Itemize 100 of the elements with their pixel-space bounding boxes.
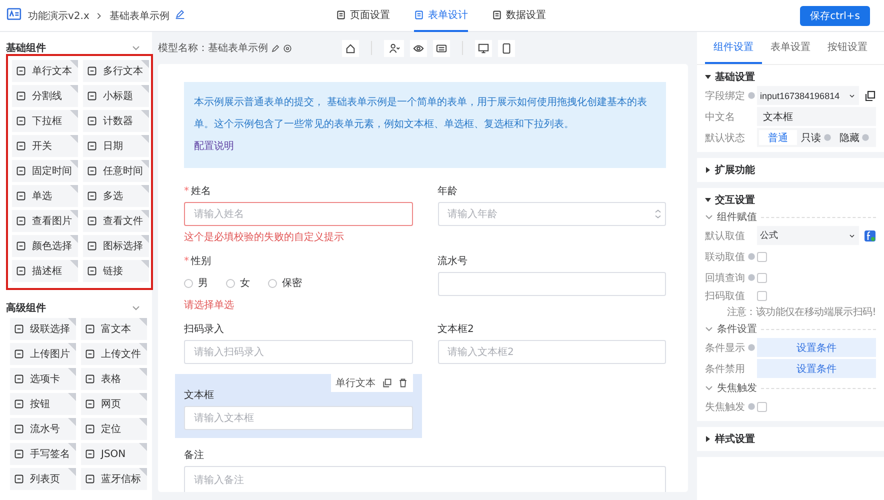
component-item[interactable]: 分割线 bbox=[12, 85, 78, 107]
text-field[interactable] bbox=[438, 272, 666, 296]
component-item[interactable]: 级联选择 bbox=[10, 318, 76, 340]
component-item[interactable]: 按钮 bbox=[10, 393, 76, 415]
component-item[interactable]: 查看图片 bbox=[12, 210, 78, 232]
section-header[interactable]: 样式设置 bbox=[705, 432, 876, 446]
checkbox[interactable] bbox=[757, 252, 767, 262]
checkbox[interactable] bbox=[757, 291, 767, 301]
setting-label: 默认取值 bbox=[705, 230, 746, 242]
breadcrumb-link[interactable]: 功能演示v2.x bbox=[28, 8, 90, 22]
config-link[interactable]: 配置说明 bbox=[194, 141, 234, 152]
segment-option[interactable]: 只读 bbox=[797, 130, 836, 145]
widget-icon bbox=[16, 91, 26, 101]
edit-icon[interactable] bbox=[271, 44, 280, 52]
person-icon[interactable] bbox=[387, 42, 401, 54]
field-label: 备注 bbox=[184, 448, 205, 462]
widget-icon bbox=[16, 66, 26, 76]
widget-icon bbox=[16, 141, 26, 151]
house-icon[interactable] bbox=[345, 42, 356, 54]
component-item[interactable]: 开关 bbox=[12, 135, 78, 157]
copy-icon[interactable] bbox=[382, 378, 392, 388]
chevron-icon bbox=[95, 12, 104, 20]
eye-icon[interactable] bbox=[413, 42, 424, 54]
setting-label: 回填查询 bbox=[705, 270, 757, 284]
header-tab[interactable]: 表单设计 bbox=[414, 0, 468, 32]
component-item[interactable]: 上传图片 bbox=[10, 343, 76, 365]
component-item[interactable]: JSON bbox=[81, 443, 147, 465]
type-tag: 单行文本 bbox=[336, 376, 376, 390]
section-header[interactable]: 交互设置 bbox=[705, 193, 876, 207]
segment-option[interactable]: 普通 bbox=[759, 130, 798, 145]
component-item[interactable]: 描述框 bbox=[12, 260, 78, 282]
header-tab[interactable]: 页面设置 bbox=[336, 0, 390, 32]
edit-icon[interactable] bbox=[175, 9, 186, 19]
component-item[interactable]: 单选 bbox=[12, 185, 78, 207]
logo-icon bbox=[6, 7, 22, 21]
component-item[interactable]: 多选 bbox=[83, 185, 149, 207]
set-condition-button[interactable]: 设置条件 bbox=[757, 359, 876, 378]
component-item[interactable]: 手写签名 bbox=[10, 443, 76, 465]
component-item[interactable]: 选项卡 bbox=[10, 368, 76, 390]
component-item[interactable]: 多行文本 bbox=[83, 60, 149, 82]
setting-label: 中文名 bbox=[705, 110, 736, 124]
component-item[interactable]: 计数器 bbox=[83, 110, 149, 132]
settings-tab[interactable]: 按钮设置 bbox=[819, 32, 876, 64]
component-item[interactable]: 表格 bbox=[81, 368, 147, 390]
save-button[interactable]: 保存ctrl+s bbox=[800, 6, 870, 26]
keyboard-icon[interactable] bbox=[436, 42, 447, 54]
setting-label: 字段绑定 bbox=[705, 88, 757, 102]
checkbox[interactable] bbox=[757, 402, 767, 412]
component-item[interactable]: 单行文本 bbox=[12, 60, 78, 82]
widget-icon bbox=[85, 424, 95, 434]
component-item[interactable]: 小标题 bbox=[83, 85, 149, 107]
model-name: 模型名称：基础表单示例 bbox=[158, 42, 268, 55]
section-header[interactable]: 扩展功能 bbox=[705, 163, 876, 177]
checkbox[interactable] bbox=[757, 272, 767, 282]
settings-tab[interactable]: 表单设置 bbox=[762, 32, 819, 64]
component-item[interactable]: 日期 bbox=[83, 135, 149, 157]
set-condition-button[interactable]: 设置条件 bbox=[757, 338, 876, 357]
radio-option[interactable]: 女 bbox=[226, 276, 250, 290]
tablet-icon[interactable] bbox=[501, 42, 512, 54]
component-item[interactable]: 图标选择 bbox=[83, 235, 149, 257]
component-item[interactable]: 列表页 bbox=[10, 468, 76, 490]
setting-label: 条件显示 bbox=[705, 340, 757, 354]
component-item[interactable]: 任意时间 bbox=[83, 160, 149, 182]
radio-option[interactable]: 保密 bbox=[268, 276, 302, 290]
note-text: 注意：该功能仅在移动端展示扫码! bbox=[726, 306, 876, 319]
widget-icon bbox=[85, 374, 95, 384]
notice-text: 本示例展示普通表单的提交， 基础表单示例是一个简单的表单，用于展示如何使用拖拽化创建基本的表单。这个示例包含了一些常见的表单元素，例如文本框、单选框、复选框和下拉列表。 bbox=[194, 96, 648, 132]
component-item[interactable]: 富文本 bbox=[81, 318, 147, 340]
segment-option[interactable]: 隐藏 bbox=[836, 130, 874, 145]
group-title: 条件设置 bbox=[717, 322, 757, 336]
settings-tab[interactable]: 组件设置 bbox=[705, 32, 762, 64]
component-item[interactable]: 定位 bbox=[81, 418, 147, 440]
widget-icon bbox=[85, 324, 95, 334]
component-item[interactable]: 蓝牙信标 bbox=[81, 468, 147, 490]
copy-icon[interactable] bbox=[864, 90, 876, 102]
component-item[interactable]: 网页 bbox=[81, 393, 147, 415]
field-label: 文本框 bbox=[184, 388, 215, 402]
radio-option[interactable]: 男 bbox=[184, 276, 208, 290]
setting-label: 失焦触发 bbox=[705, 400, 757, 414]
header-tab[interactable]: 数据设置 bbox=[492, 0, 546, 32]
component-item[interactable]: 颜色选择 bbox=[12, 235, 78, 257]
component-item[interactable]: 流水号 bbox=[10, 418, 76, 440]
select-field[interactable]: 公式 bbox=[757, 226, 859, 245]
field-label: 扫码录入 bbox=[184, 322, 225, 336]
select-field[interactable]: input167384196814 bbox=[757, 86, 859, 105]
component-item[interactable]: 查看文件 bbox=[83, 210, 149, 232]
section-header[interactable]: 基础设置 bbox=[705, 70, 876, 84]
desktop-icon[interactable] bbox=[478, 42, 489, 54]
component-item[interactable]: 上传文件 bbox=[81, 343, 147, 365]
component-item[interactable]: 下拉框 bbox=[12, 110, 78, 132]
component-item[interactable]: 固定时间 bbox=[12, 160, 78, 182]
widget-icon bbox=[87, 141, 97, 151]
widget-icon bbox=[87, 216, 97, 226]
text-field[interactable]: 文本框 bbox=[757, 107, 876, 126]
settings-icon[interactable] bbox=[283, 44, 292, 52]
formula-icon[interactable] bbox=[864, 230, 876, 242]
widget-icon bbox=[85, 349, 95, 359]
setting-label: 条件禁用 bbox=[705, 362, 746, 376]
component-item[interactable]: 链接 bbox=[83, 260, 149, 282]
delete-icon[interactable] bbox=[398, 378, 408, 388]
